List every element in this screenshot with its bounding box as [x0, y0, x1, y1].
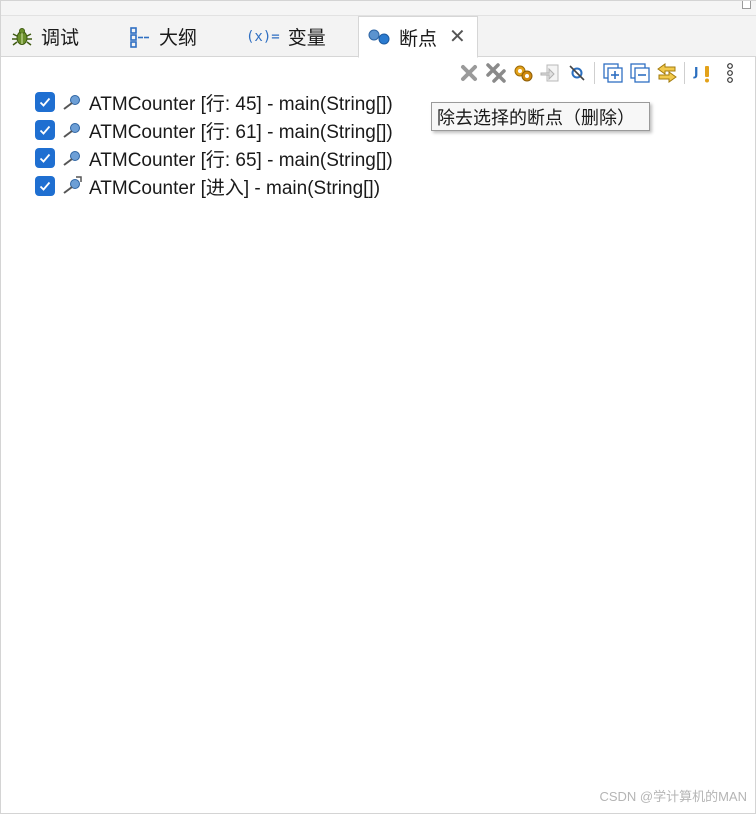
tab-outline[interactable]: 大纲	[129, 16, 197, 57]
close-icon[interactable]: ✕	[449, 27, 466, 47]
tooltip: 除去选择的断点（删除）	[431, 102, 650, 131]
expand-all-icon[interactable]	[599, 60, 626, 86]
link-with-debug-view-icon[interactable]	[653, 60, 680, 86]
go-to-file-icon[interactable]	[536, 60, 563, 86]
list-item[interactable]: ATMCounter [进入] - main(String[])	[35, 172, 393, 200]
list-item[interactable]: ATMCounter [行: 45] - main(String[])	[35, 88, 393, 116]
breakpoint-label: ATMCounter [行: 65] - main(String[])	[89, 149, 393, 171]
line-breakpoint-icon	[61, 92, 83, 112]
java-exception-breakpoint-icon[interactable]: J	[689, 60, 716, 86]
tab-bar: 调试 大纲 (x)= 变量 断点 ✕	[1, 16, 756, 58]
toolbar-separator	[684, 62, 685, 84]
line-breakpoint-icon	[61, 120, 83, 140]
breakpoint-label: ATMCounter [行: 61] - main(String[])	[89, 121, 393, 143]
remove-selected-icon[interactable]	[455, 60, 482, 86]
list-item[interactable]: ATMCounter [行: 65] - main(String[])	[35, 144, 393, 172]
tab-label: 大纲	[159, 28, 198, 49]
breakpoint-label: ATMCounter [行: 45] - main(String[])	[89, 93, 393, 115]
checkbox[interactable]	[35, 176, 55, 196]
tab-label: 断点	[399, 28, 438, 50]
svg-text:J: J	[693, 65, 698, 79]
breakpoints-icon	[367, 27, 391, 47]
tab-debug[interactable]: 调试	[11, 16, 79, 57]
list-item[interactable]: ATMCounter [行: 61] - main(String[])	[35, 116, 393, 144]
line-breakpoint-icon	[61, 148, 83, 168]
tab-breakpoints[interactable]: 断点 ✕	[358, 16, 478, 58]
checkbox[interactable]	[35, 120, 55, 140]
tab-label: 调试	[41, 28, 80, 49]
toolbar-separator	[594, 62, 595, 84]
skip-all-breakpoints-icon[interactable]	[563, 60, 590, 86]
restore-icon[interactable]	[742, 1, 751, 9]
method-breakpoint-icon	[61, 176, 83, 196]
tab-variables[interactable]: (x)= 变量	[246, 16, 326, 57]
checkbox[interactable]	[35, 92, 55, 112]
breakpoint-list: ATMCounter [行: 45] - main(String[]) ATMC…	[35, 88, 393, 200]
breakpoint-label: ATMCounter [进入] - main(String[])	[89, 177, 381, 199]
view-menu-icon[interactable]	[716, 60, 743, 86]
remove-all-icon[interactable]	[482, 60, 509, 86]
view-top-strip	[1, 1, 756, 16]
view-toolbar: J	[455, 60, 743, 86]
collapse-all-icon[interactable]	[626, 60, 653, 86]
show-supported-breakpoints-icon[interactable]	[509, 60, 536, 86]
checkbox[interactable]	[35, 148, 55, 168]
outline-icon	[129, 26, 151, 48]
tab-label: 变量	[287, 28, 326, 49]
breakpoints-view: 调试 大纲 (x)= 变量 断点 ✕ J ATMCounter [行: 45] …	[0, 0, 756, 814]
variables-icon: (x)=	[246, 28, 280, 45]
watermark: CSDN @学计算机的MAN	[599, 789, 747, 804]
debug-bug-icon	[11, 26, 33, 48]
